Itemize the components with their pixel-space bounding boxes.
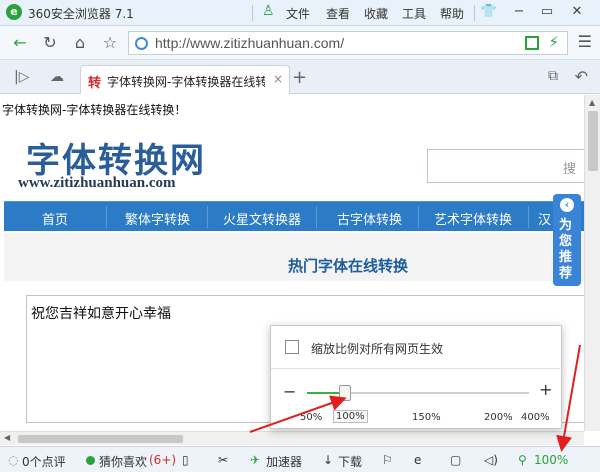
menu-tools[interactable]: 工具 — [402, 5, 426, 22]
site-security-icon[interactable] — [135, 37, 148, 50]
accelerator-label[interactable]: 加速器 — [266, 453, 302, 470]
apply-all-pages-label[interactable]: 缩放比例对所有网页生效 — [311, 340, 443, 357]
site-nav: 首页 繁体字转换 火星文转换器 古字体转换 艺术字体转换 汉 — [4, 201, 584, 231]
separator — [474, 5, 475, 21]
tab-list-icon[interactable]: ⧉ — [548, 68, 558, 84]
close-window-button[interactable]: ✕ — [566, 2, 588, 22]
nav-divider — [528, 206, 529, 228]
tab-close-icon[interactable]: × — [273, 72, 283, 86]
refresh-button[interactable]: ↻ — [40, 33, 60, 53]
download-label[interactable]: 下载 — [338, 453, 362, 470]
horizontal-scroll-thumb[interactable] — [18, 435, 183, 443]
nav-item-home[interactable]: 首页 — [42, 209, 68, 228]
tab-active[interactable]: 转 字体转换网-字体转换器在线转换 × — [80, 65, 290, 94]
nav-item-martian[interactable]: 火星文转换器 — [223, 209, 301, 228]
cloud-icon[interactable]: ☁ — [50, 69, 64, 85]
volume-icon[interactable]: ◁) — [484, 453, 498, 467]
download-icon[interactable]: ↓ — [323, 453, 333, 467]
vertical-scrollbar[interactable]: ▲ — [584, 95, 600, 431]
window-title: 360安全浏览器 7.1 — [28, 7, 134, 21]
zoom-slider-handle[interactable] — [339, 385, 351, 401]
vertical-scroll-thumb[interactable] — [588, 111, 598, 171]
search-icon[interactable]: 搜 — [563, 158, 576, 177]
menu-view[interactable]: 查看 — [326, 5, 350, 22]
zoom-tick-200[interactable]: 200% — [484, 412, 513, 423]
status-bar: ◌ 0个点评 猜你喜欢 (6+) ▯ ✂ ✈ 加速器 ↓ 下载 ⚐ e ▢ ◁)… — [0, 446, 600, 472]
accelerator-icon[interactable]: ✈ — [250, 453, 260, 467]
nav-item-art[interactable]: 艺术字体转换 — [434, 209, 512, 228]
flag-icon[interactable]: ⚐ — [382, 453, 393, 467]
recommend-side-tab[interactable]: ‹ 为您推荐 — [553, 194, 581, 286]
nav-item-traditional[interactable]: 繁体字转换 — [125, 209, 190, 228]
window-icon[interactable]: ▢ — [450, 453, 461, 467]
nav-divider — [418, 206, 419, 228]
favorite-star-button[interactable]: ☆ — [100, 33, 120, 53]
qr-code-icon[interactable] — [525, 36, 539, 50]
minimize-button[interactable]: − — [508, 2, 530, 22]
browser-ie-icon[interactable]: e — [414, 453, 421, 467]
address-toolbar: ← ↻ ⌂ ☆ http://www.zitizhuanhuan.com/ ⚡ … — [0, 26, 600, 60]
comment-icon[interactable]: ◌ — [8, 453, 18, 467]
zoom-popup: 缩放比例对所有网页生效 − + 50% 100% 150% 200% 400% — [270, 325, 563, 429]
nav-divider — [207, 206, 208, 228]
site-search-input[interactable]: 搜 — [427, 149, 584, 183]
menu-file[interactable]: 文件 — [286, 5, 310, 22]
url-text[interactable]: http://www.zitizhuanhuan.com/ — [155, 35, 344, 51]
guess-you-like[interactable]: 猜你喜欢 — [99, 453, 147, 470]
title-bar: e 360安全浏览器 7.1 ♙ 文件 查看 收藏 工具 帮助 👕 − ▭ ✕ — [0, 0, 600, 26]
user-icon[interactable]: ♙ — [262, 3, 275, 19]
sidebar-toggle-icon[interactable]: |▷ — [14, 69, 29, 85]
zoom-level[interactable]: 100% — [534, 453, 568, 467]
scroll-up-arrow-icon[interactable]: ▲ — [589, 98, 595, 107]
browser-logo-icon: e — [6, 4, 22, 20]
site-domain: www.zitizhuanhuan.com — [18, 175, 176, 191]
comments-count[interactable]: 0个点评 — [22, 453, 66, 470]
zoom-tick-400[interactable]: 400% — [521, 412, 550, 423]
menu-icon[interactable]: ☰ — [578, 32, 592, 51]
side-tab-label: 为您推荐 — [559, 218, 573, 281]
popup-divider — [271, 368, 563, 369]
nav-item-ancient[interactable]: 古字体转换 — [337, 209, 402, 228]
back-button[interactable]: ← — [10, 33, 30, 53]
separator — [252, 5, 253, 21]
undo-close-tab-icon[interactable]: ↶ — [575, 67, 588, 86]
tab-label[interactable]: 字体转换网-字体转换器在线转换 — [107, 73, 265, 90]
zoom-icon[interactable]: ⚲ — [518, 453, 527, 467]
maximize-button[interactable]: ▭ — [536, 2, 558, 22]
guess-icon — [86, 456, 95, 465]
home-button[interactable]: ⌂ — [70, 33, 90, 53]
nav-divider — [316, 206, 317, 228]
zoom-in-button[interactable]: + — [539, 380, 552, 399]
horizontal-scrollbar[interactable]: ◀ — [0, 431, 584, 445]
zoom-tick-150[interactable]: 150% — [412, 412, 441, 423]
new-tab-button[interactable]: + — [292, 67, 307, 88]
nav-divider — [106, 206, 107, 228]
textarea-content[interactable]: 祝您吉祥如意开心幸福 — [31, 303, 171, 323]
menu-help[interactable]: 帮助 — [440, 5, 464, 22]
scissor-icon[interactable]: ✂ — [218, 453, 228, 467]
nav-item-more[interactable]: 汉 — [538, 209, 551, 228]
speed-mode-icon[interactable]: ⚡ — [548, 33, 559, 51]
apply-all-pages-checkbox[interactable] — [285, 340, 299, 354]
zoom-tick-50[interactable]: 50% — [300, 412, 322, 423]
scroll-left-arrow-icon[interactable]: ◀ — [4, 433, 10, 442]
favicon: 转 — [88, 76, 102, 91]
url-bar[interactable]: http://www.zitizhuanhuan.com/ ⚡ — [128, 31, 568, 55]
zoom-out-button[interactable]: − — [283, 382, 296, 401]
chevron-left-icon: ‹ — [560, 198, 574, 212]
mobile-icon[interactable]: ▯ — [182, 453, 189, 467]
skin-icon[interactable]: 👕 — [478, 2, 500, 22]
zoom-tick-100[interactable]: 100% — [333, 410, 368, 423]
page-header-text: 字体转换网-字体转换器在线转换！ — [2, 103, 187, 117]
hot-fonts-title: 热门字体在线转换 — [288, 257, 409, 275]
tab-strip: |▷ ☁ 转 字体转换网-字体转换器在线转换 × + ⧉ ↶ — [0, 60, 600, 94]
menu-favorites[interactable]: 收藏 — [364, 5, 388, 22]
guess-count-badge[interactable]: (6+) — [149, 453, 176, 467]
